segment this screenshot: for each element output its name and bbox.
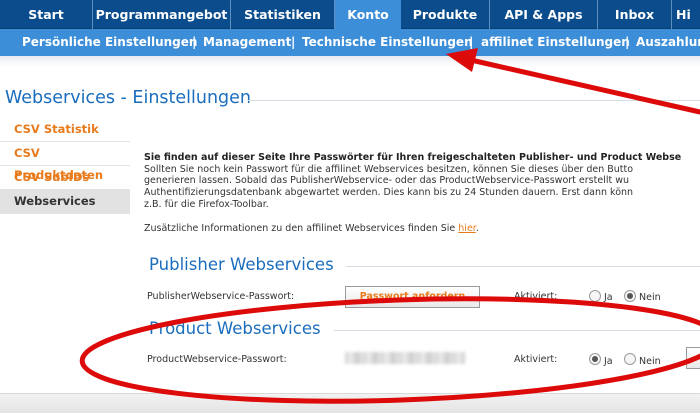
request-password-button[interactable]: Passwort anfordern xyxy=(345,286,480,308)
subnav-separator: | xyxy=(291,35,296,49)
subnav-management[interactable]: Management xyxy=(203,29,291,56)
publisher-activated-label: Aktiviert: xyxy=(514,291,558,302)
info-text-body: Zusätzliche Informationen zu den affilin… xyxy=(144,223,459,234)
subnav-separator: | xyxy=(469,35,474,49)
info-link[interactable]: hier xyxy=(458,223,476,234)
intro-line: generieren lassen. Sobald das PublisherW… xyxy=(144,175,629,187)
intro-line: Sollten Sie noch kein Passwort für die a… xyxy=(144,163,634,175)
nav-tab-hilfe[interactable]: Hi xyxy=(672,0,700,29)
sidebar-item-webservices[interactable]: Webservices xyxy=(0,190,130,214)
subnav-auszahlung[interactable]: Auszahlun xyxy=(636,29,700,56)
page-footer-bar xyxy=(0,393,700,413)
subnav-persoenliche-einstellungen[interactable]: Persönliche Einstellungen xyxy=(22,29,197,56)
intro-text: Sie finden auf dieser Seite Ihre Passwör… xyxy=(144,152,700,211)
top-navigation: Start Programmangebot Statistiken Konto … xyxy=(0,0,700,29)
sidebar-item-csv-produktdaten[interactable]: CSV Produktdaten xyxy=(0,142,130,182)
sidebar-item-csv-statistik[interactable]: CSV Statistik xyxy=(0,118,130,142)
nav-tab-produkte[interactable]: Produkte xyxy=(401,0,490,29)
nav-tab-konto[interactable]: Konto xyxy=(335,0,401,29)
subnav-separator: | xyxy=(192,35,197,49)
publisher-section-divider xyxy=(346,266,700,267)
product-activated-label: Aktiviert: xyxy=(514,354,558,365)
product-action-button[interactable] xyxy=(686,347,700,369)
product-activated-no-radio[interactable] xyxy=(624,353,636,365)
product-activated-no-label: Nein xyxy=(639,356,661,367)
sidebar-item-csv-subids[interactable]: CSV SubIDs xyxy=(0,166,130,190)
product-password-label: ProductWebservice-Passwort: xyxy=(147,354,287,365)
subnav-affilinet-einstellungen[interactable]: affilinet Einstellungen xyxy=(481,29,630,56)
publisher-activated-no-radio[interactable] xyxy=(624,290,636,302)
publisher-activated-yes-radio[interactable] xyxy=(589,290,601,302)
nav-tab-api-apps[interactable]: API & Apps xyxy=(490,0,598,29)
product-activated-yes-label: Ja xyxy=(604,356,613,367)
nav-shadow xyxy=(0,56,700,66)
product-section-divider xyxy=(334,330,700,331)
nav-tab-statistiken[interactable]: Statistiken xyxy=(231,0,335,29)
product-section-title: Product Webservices xyxy=(149,319,321,338)
publisher-activated-no-label: Nein xyxy=(639,292,661,303)
publisher-section-title: Publisher Webservices xyxy=(149,255,334,274)
title-divider xyxy=(248,100,700,101)
page-title: Webservices - Einstellungen xyxy=(5,88,252,108)
annotation-arrow-line xyxy=(459,55,700,115)
nav-tab-programmangebot[interactable]: Programmangebot xyxy=(93,0,231,29)
sub-navigation: Persönliche Einstellungen | Management |… xyxy=(0,29,700,56)
intro-line-heading: Sie finden auf dieser Seite Ihre Passwör… xyxy=(144,152,682,163)
info-text: Zusätzliche Informationen zu den affilin… xyxy=(144,223,479,234)
nav-tab-inbox[interactable]: Inbox xyxy=(598,0,672,29)
product-password-value-redacted xyxy=(345,352,465,364)
info-text-end: . xyxy=(475,223,479,234)
subnav-separator: | xyxy=(625,35,630,49)
publisher-password-label: PublisherWebservice-Passwort: xyxy=(147,291,295,302)
publisher-activated-yes-label: Ja xyxy=(604,292,613,303)
product-activated-yes-radio[interactable] xyxy=(589,353,601,365)
intro-line: Authentifizierungsdatenbank abgewartet w… xyxy=(144,187,634,199)
subnav-technische-einstellungen[interactable]: Technische Einstellungen xyxy=(302,29,473,56)
intro-line: z.B. für die Firefox-Toolbar. xyxy=(144,198,269,210)
nav-tab-start[interactable]: Start xyxy=(0,0,93,29)
